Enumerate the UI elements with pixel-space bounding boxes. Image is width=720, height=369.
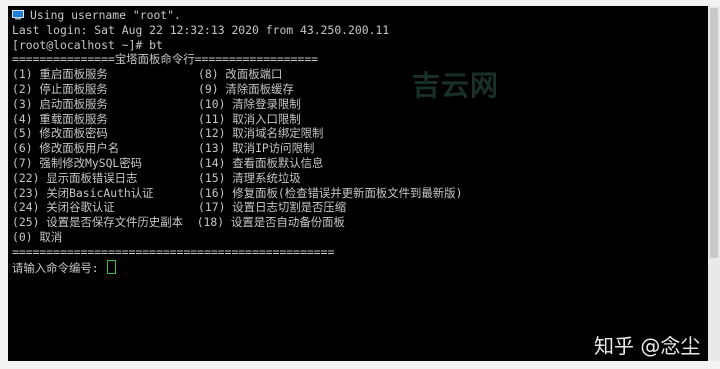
menu-option: (24) 关闭谷歌认证	[12, 200, 115, 215]
putty-icon	[12, 10, 24, 20]
menu-option: (13) 取消IP访问限制	[198, 141, 315, 156]
menu-option: (11) 取消入口限制	[198, 111, 301, 126]
menu-option: (2) 停止面板服务	[12, 81, 108, 96]
menu-row: (5) 修改面板密码 (12) 取消域名绑定限制	[12, 126, 708, 141]
menu-option: (8) 改面板端口	[198, 67, 283, 82]
menu-row: (22) 显示面板错误日志 (15) 清理系统垃圾	[12, 171, 708, 186]
menu-option: (14) 查看面板默认信息	[198, 155, 324, 170]
menu-row: (23) 关闭BasicAuth认证 (16) 修复面板(检查错误并更新面板文件…	[12, 186, 708, 201]
text-cursor[interactable]	[107, 259, 117, 274]
menu-row: (25) 设置是否保存文件历史副本 (18) 设置是否自动备份面板	[12, 215, 345, 230]
menu-option: (23) 关闭BasicAuth认证	[12, 185, 154, 200]
menu-option: (4) 重载面板服务	[12, 111, 108, 126]
menu-option: (16) 修复面板(检查错误并更新面板文件到最新版)	[198, 185, 463, 200]
putty-window: Using username "root". Last login: Sat A…	[0, 0, 720, 369]
terminal-output: Using username "root". Last login: Sat A…	[12, 8, 708, 275]
command-line: [root@localhost ~]# bt	[12, 37, 163, 52]
menu-row: (1) 重启面板服务 (8) 改面板端口	[12, 67, 708, 82]
last-login-line: Last login: Sat Aug 22 12:32:13 2020 fro…	[12, 22, 390, 37]
menu-header: ===============宝塔面板命令行==================	[12, 52, 319, 67]
zhihu-watermark: 知乎 @念尘	[594, 334, 701, 358]
menu-option: (22) 显示面板错误日志	[12, 170, 138, 185]
menu-option: (9) 清除面板缓存	[198, 81, 294, 96]
terminal-line: Using username "root".	[12, 8, 708, 23]
menu-option: (12) 取消域名绑定限制	[198, 126, 324, 141]
menu-option: (10) 清除登录限制	[198, 96, 301, 111]
menu-row: (6) 修改面板用户名 (13) 取消IP访问限制	[12, 141, 708, 156]
site-watermark: 吉云网	[412, 69, 500, 102]
menu-row: (24) 关闭谷歌认证 (17) 设置日志切割是否压缩	[12, 200, 708, 215]
menu-option: (1) 重启面板服务	[12, 67, 108, 82]
scrollbar-thumb[interactable]	[710, 8, 718, 258]
menu-option: (5) 修改面板密码	[12, 126, 108, 141]
menu-cancel: (0) 取消	[12, 229, 63, 244]
menu-option: (15) 清理系统垃圾	[198, 170, 301, 185]
vertical-scrollbar[interactable]	[708, 6, 720, 361]
menu-option: (7) 强制修改MySQL密码	[12, 155, 143, 170]
menu-row: (2) 停止面板服务 (9) 清除面板缓存	[12, 82, 708, 97]
menu-option: (6) 修改面板用户名	[12, 141, 120, 156]
terminal-screen[interactable]: Using username "root". Last login: Sat A…	[8, 6, 708, 361]
menu-option: (3) 启动面板服务	[12, 96, 108, 111]
menu-option: (17) 设置日志切割是否压缩	[198, 200, 347, 215]
input-prompt-line[interactable]: 请输入命令编号:	[12, 259, 708, 275]
menu-row: (4) 重载面板服务 (11) 取消入口限制	[12, 112, 708, 127]
menu-row: (7) 强制修改MySQL密码 (14) 查看面板默认信息	[12, 156, 708, 171]
input-prompt: 请输入命令编号:	[12, 260, 106, 275]
menu-row: (3) 启动面板服务 (10) 清除登录限制	[12, 97, 708, 112]
login-user-line: Using username "root".	[30, 8, 181, 22]
menu-footer: ========================================…	[12, 244, 335, 259]
